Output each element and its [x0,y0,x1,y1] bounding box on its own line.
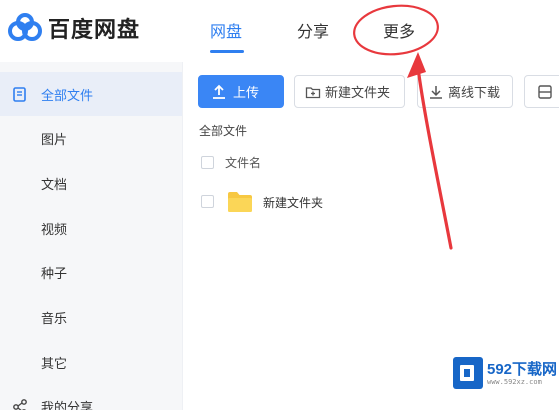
watermark-url: www.592xz.com [487,378,542,386]
breadcrumb[interactable]: 全部文件 [199,122,247,139]
sidebar-item-all-files[interactable]: 全部文件 [0,72,182,116]
file-icon [13,87,26,102]
tab-share[interactable]: 分享 [297,18,329,42]
sidebar-item-label: 文档 [41,176,68,192]
baidu-netdisk-logo-icon [8,13,42,41]
sidebar-item-my-shares[interactable]: 我的分享 [0,384,182,410]
folder-icon [228,192,252,212]
new-folder-button[interactable]: 新建文件夹 [294,75,405,108]
sidebar-item-label: 图片 [41,131,68,147]
file-name[interactable]: 新建文件夹 [263,194,323,211]
sidebar-item-label: 我的分享 [41,399,94,410]
sidebar-item-label: 种子 [41,265,68,281]
tab-netdisk[interactable]: 网盘 [210,18,242,42]
more-actions-button[interactable] [524,75,559,108]
sidebar-item-label: 音乐 [41,310,68,326]
sidebar-item-documents[interactable]: 文档 [0,161,182,205]
sidebar: 全部文件 图片 文档 视频 种子 音乐 其它 我的分享 [0,62,182,410]
upload-button-label: 上传 [233,85,260,100]
sidebar-item-videos[interactable]: 视频 [0,206,182,250]
select-all-checkbox[interactable] [201,155,214,169]
sidebar-item-other[interactable]: 其它 [0,340,182,384]
table-row[interactable]: 新建文件夹 [183,182,559,222]
upload-button[interactable]: 上传 [198,75,284,108]
offline-download-button[interactable]: 离线下载 [417,75,513,108]
watermark-brand: 592下载网 [487,361,558,378]
sidebar-item-music[interactable]: 音乐 [0,295,182,339]
share-icon [13,399,27,410]
tab-more[interactable]: 更多 [383,18,415,42]
new-folder-icon [305,86,321,98]
download-icon [430,85,442,99]
sidebar-item-label: 其它 [41,355,68,371]
offline-download-button-label: 离线下载 [448,85,501,100]
app-logo[interactable]: 百度网盘 [8,12,140,44]
sidebar-item-images[interactable]: 图片 [0,116,182,160]
top-bar: 百度网盘 网盘 分享 更多 [0,0,559,62]
grid-view-icon [538,84,552,99]
active-tab-indicator [210,50,244,53]
app-name: 百度网盘 [48,17,141,42]
row-checkbox[interactable] [201,195,214,208]
sidebar-item-torrents[interactable]: 种子 [0,250,182,294]
new-folder-button-label: 新建文件夹 [325,85,391,100]
column-header-filename[interactable]: 文件名 [225,154,261,171]
sidebar-item-label: 全部文件 [41,87,94,103]
sidebar-item-label: 视频 [41,221,68,237]
upload-icon [213,84,225,99]
file-list-header: 文件名 [183,148,559,176]
